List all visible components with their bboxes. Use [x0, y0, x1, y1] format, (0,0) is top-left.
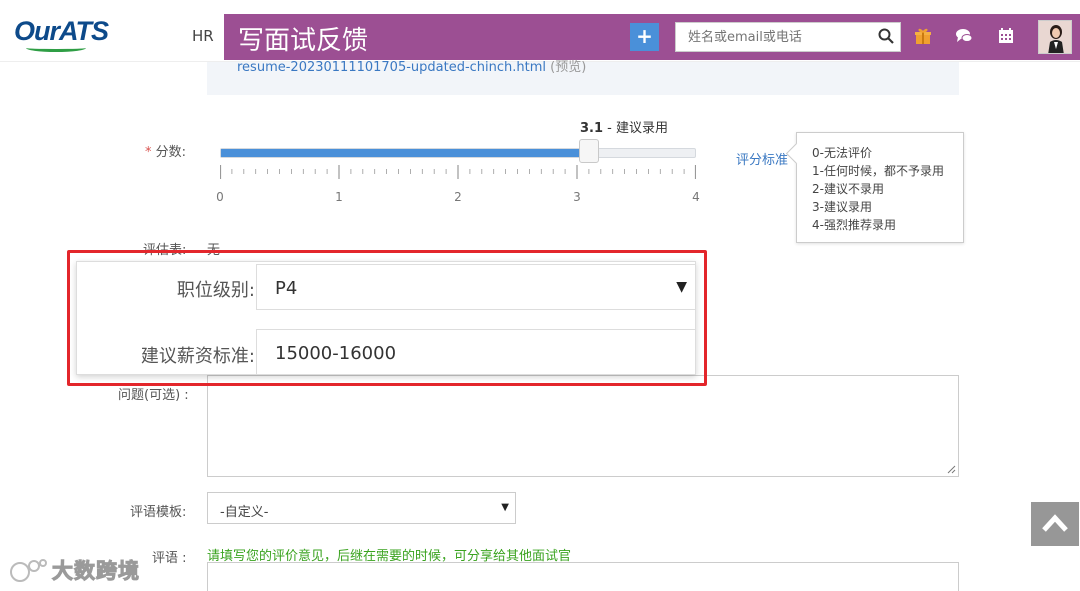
search-icon[interactable]	[878, 28, 894, 44]
calendar-icon[interactable]	[997, 27, 1015, 45]
search-input[interactable]	[676, 23, 866, 51]
chevron-up-icon	[1042, 514, 1068, 532]
resume-file-name[interactable]: resume-20230111101705-updated-chinch.htm…	[237, 60, 546, 75]
criteria-link[interactable]: 评分标准	[736, 149, 788, 168]
template-label: 评语模板:	[130, 505, 187, 520]
comment-textarea[interactable]	[207, 562, 959, 591]
search-box	[675, 22, 901, 52]
criteria-popover: 0-无法评价 1-任何时候，都不予录用 2-建议不录用 3-建议录用 4-强烈推…	[796, 132, 964, 243]
slider-ticks	[220, 165, 696, 179]
highlight-box	[67, 250, 707, 386]
chat-icon[interactable]	[955, 27, 973, 45]
avatar[interactable]	[1038, 20, 1072, 54]
resume-strip: resume-20230111101705-updated-chinch.htm…	[207, 60, 959, 95]
questions-textarea[interactable]	[207, 375, 959, 477]
score-slider-track[interactable]	[220, 148, 696, 158]
criteria-item: 0-无法评价	[812, 146, 872, 160]
tick-label: 0	[216, 190, 224, 204]
watermark-logo-icon	[10, 559, 47, 582]
user-avatar-icon	[1039, 21, 1071, 53]
criteria-item: 3-建议录用	[812, 200, 872, 214]
plus-icon: +	[636, 24, 653, 48]
ourats-logo[interactable]: OurATS	[14, 16, 109, 47]
resize-handle-icon[interactable]	[946, 464, 956, 474]
template-select[interactable]: -自定义- ▼	[207, 492, 516, 524]
logo-swoosh-icon	[26, 44, 86, 52]
add-button[interactable]: +	[630, 23, 659, 51]
score-slider-fill	[221, 149, 590, 157]
watermark-text: 大数跨境	[52, 559, 140, 584]
resume-note: (预览)	[550, 60, 587, 75]
score-number: 3.1	[580, 121, 604, 136]
score-value-text: - 建议录用	[607, 121, 668, 136]
back-to-top-button[interactable]	[1031, 502, 1079, 546]
template-selected: -自定义-	[220, 505, 269, 520]
resume-link[interactable]: resume-20230111101705-updated-chinch.htm…	[237, 56, 586, 75]
criteria-item: 2-建议不录用	[812, 182, 884, 196]
caret-down-icon: ▼	[501, 502, 509, 513]
tick-label: 2	[454, 190, 462, 204]
required-mark: *	[145, 145, 152, 160]
score-value: 3.1 - 建议录用	[580, 117, 668, 136]
hr-link[interactable]: HR	[192, 27, 214, 45]
criteria-item: 1-任何时候，都不予录用	[812, 164, 944, 178]
questions-label: 问题(可选) :	[118, 388, 189, 403]
comment-label: 评语 :	[152, 551, 187, 566]
score-label: * 分数:	[145, 141, 186, 160]
score-slider-handle[interactable]	[578, 139, 599, 163]
page-title: 写面试反馈	[238, 26, 369, 56]
tick-label: 1	[335, 190, 343, 204]
tick-label: 3	[573, 190, 581, 204]
tick-label: 4	[692, 190, 700, 204]
gift-icon[interactable]	[914, 27, 932, 45]
score-label-text: 分数:	[155, 145, 187, 160]
criteria-item: 4-强烈推荐录用	[812, 218, 896, 232]
